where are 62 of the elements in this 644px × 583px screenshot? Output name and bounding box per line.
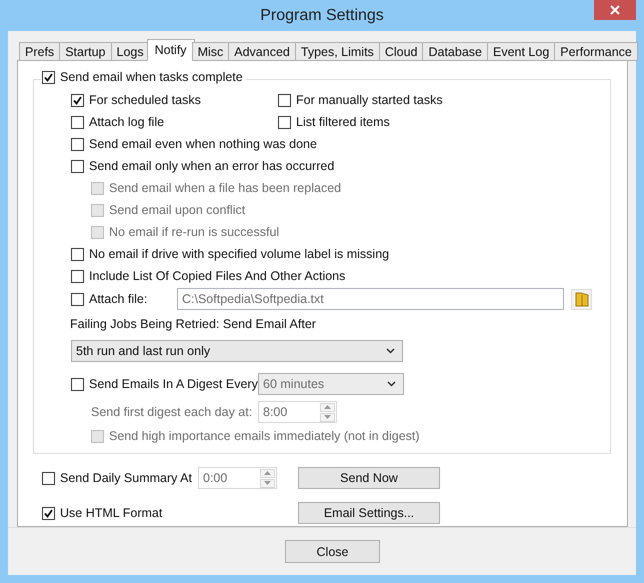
checkbox[interactable] bbox=[71, 116, 84, 128]
window-title: Program Settings bbox=[260, 6, 384, 24]
checkbox[interactable] bbox=[71, 160, 84, 172]
send-now-button[interactable]: Send Now bbox=[298, 467, 440, 489]
email-settings-button[interactable]: Email Settings... bbox=[298, 502, 440, 524]
tab[interactable]: Advanced bbox=[228, 42, 296, 61]
close-icon bbox=[610, 5, 620, 15]
caret-icon bbox=[386, 348, 395, 354]
down-arrow-icon bbox=[324, 415, 331, 419]
checkmark-icon bbox=[44, 72, 53, 82]
tab[interactable]: Logs bbox=[110, 42, 150, 61]
checkbox[interactable] bbox=[42, 472, 55, 484]
checkbox[interactable] bbox=[71, 138, 84, 150]
down-arrow-icon bbox=[264, 481, 271, 485]
checkbox[interactable] bbox=[42, 70, 55, 84]
tab[interactable]: Database bbox=[422, 42, 488, 61]
up-arrow-icon bbox=[324, 405, 331, 409]
checkmark-icon bbox=[73, 96, 82, 104]
checkbox-label: Send Emails In A Digest Every bbox=[89, 377, 258, 391]
checkbox-label: Attach log file bbox=[89, 115, 164, 129]
checkbox-label: Send Daily Summary At bbox=[60, 471, 192, 485]
checkbox-label: Send email when a file has been replaced bbox=[109, 181, 342, 195]
caret-icon bbox=[387, 381, 396, 387]
checkbox[interactable] bbox=[71, 292, 84, 306]
checkbox-label: No email if drive with specified volume label is missing bbox=[89, 247, 390, 261]
close-button[interactable]: Close bbox=[285, 540, 380, 563]
section-label: Failing Jobs Being Retried: Send Email After bbox=[70, 317, 316, 331]
checkbox[interactable] bbox=[278, 116, 291, 128]
tab[interactable]: Event Log bbox=[487, 42, 556, 61]
checkbox-label: Send email even when nothing was done bbox=[89, 137, 317, 151]
folder-icon bbox=[574, 291, 588, 307]
checkbox[interactable] bbox=[71, 270, 84, 282]
checkbox[interactable] bbox=[278, 94, 291, 106]
dropdown[interactable]: 5th run and last run only bbox=[71, 340, 403, 362]
tab[interactable]: Startup bbox=[59, 42, 112, 61]
up-arrow-icon bbox=[264, 471, 271, 475]
tab[interactable]: Prefs bbox=[19, 42, 60, 61]
checkbox-label: Send high importance emails immediately (not in digest) bbox=[109, 429, 420, 443]
checkbox[interactable] bbox=[71, 94, 84, 106]
close-button[interactable] bbox=[594, 0, 636, 20]
tab[interactable]: Types, Limits bbox=[294, 42, 380, 61]
tab[interactable]: Cloud bbox=[378, 42, 424, 61]
tab[interactable]: Misc bbox=[192, 42, 230, 61]
checkbox-label: List filtered items bbox=[296, 115, 390, 129]
checkbox[interactable] bbox=[42, 506, 55, 520]
checkbox[interactable] bbox=[71, 248, 84, 260]
time-label: Send first digest each day at: bbox=[91, 405, 252, 419]
checkbox-label: Include List Of Copied Files And Other Actions bbox=[89, 269, 346, 283]
checkbox[interactable] bbox=[71, 378, 84, 390]
checkbox-label: Send email when tasks complete bbox=[60, 70, 243, 84]
tab[interactable]: Performance bbox=[554, 42, 638, 61]
folder-button[interactable] bbox=[571, 288, 592, 310]
checkbox-label: Send email only when an error has occurred bbox=[89, 159, 334, 173]
checkbox-label: Send email upon conflict bbox=[109, 203, 246, 217]
checkbox-label: No email if re-run is successful bbox=[109, 225, 280, 239]
tab[interactable]: Notify bbox=[146, 39, 195, 61]
checkmark-icon bbox=[44, 508, 53, 518]
checkbox-label: Use HTML Format bbox=[60, 506, 162, 520]
checkbox-label: Attach file: bbox=[89, 292, 148, 306]
checkbox-label: For manually started tasks bbox=[296, 93, 443, 107]
checkbox-label: For scheduled tasks bbox=[89, 93, 201, 107]
file-path-field[interactable]: C:\Softpedia\Softpedia.txt bbox=[177, 288, 564, 310]
